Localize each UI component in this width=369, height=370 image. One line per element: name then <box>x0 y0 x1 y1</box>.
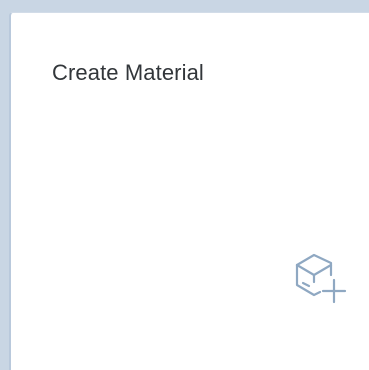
create-material-icon <box>294 253 354 305</box>
create-material-tile[interactable]: Create Material <box>9 12 369 370</box>
launchpad-background: Create Material <box>0 0 369 370</box>
tile-title: Create Material <box>52 60 204 85</box>
